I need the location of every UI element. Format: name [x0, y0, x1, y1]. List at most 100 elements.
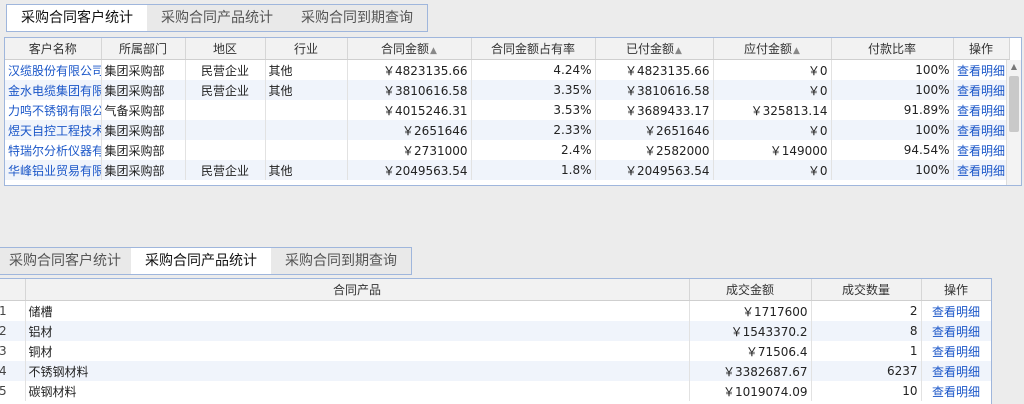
row-number: 3 [0, 341, 26, 361]
table-row[interactable]: 华峰铝业贸易有限公司集团采购部民营企业其他￥2049563.541.8%￥204… [5, 160, 1010, 180]
view-details-link[interactable]: 查看明细 [953, 160, 1010, 180]
table-row[interactable]: 金水电缆集团有限公司集团采购部民营企业其他￥3810616.583.35%￥38… [5, 80, 1010, 100]
sort-arrow-icon[interactable]: ▲ [793, 46, 800, 56]
table-row[interactable]: 汉缆股份有限公司 集团采购部 民营企业 其他 ￥4823135.66 4.24% ￥4823… [5, 59, 1010, 80]
header-label: 操作 [968, 42, 993, 56]
table-cell: ￥0 [713, 160, 832, 180]
tab-customer-stats-2[interactable]: 采购合同客户统计 [0, 248, 131, 274]
table-cell: 2.33% [471, 120, 596, 140]
table-cell: ￥0 [713, 80, 832, 100]
customer-table-header: 客户名称 所属部门 地区 行业 合同金额▲ 合同金额占有率 已付金额▲ 应付金额▲ 付款比率 操作 [5, 38, 1010, 60]
tab-customer-stats[interactable]: 采购合同客户统计 [7, 5, 147, 31]
product-col-header: 成交数量 [811, 279, 922, 301]
tab-expiry-query[interactable]: 采购合同到期查询 [287, 5, 427, 31]
header-label: 付款比率 [867, 42, 916, 56]
table-row[interactable]: 特瑞尔分析仪器有限公司集团采购部 ￥27310002.4%￥2582000￥149… [5, 140, 1010, 160]
table-row[interactable]: 煜天自控工程技术有限公司集团采购部￥26516462.33%￥2651646￥0… [5, 120, 1010, 140]
view-details-link[interactable]: 查看明细 [953, 59, 1010, 80]
view-details-link[interactable]: 查看明细 [953, 80, 1010, 100]
table-cell: ￥1019074.09 [689, 381, 812, 401]
table-cell: ￥1543370.2 [689, 321, 812, 341]
tab-product-stats-2[interactable]: 采购合同产品统计 [131, 248, 271, 274]
view-details-link[interactable]: 查看明细 [953, 140, 1010, 160]
customer-name-link[interactable]: 煜天自控工程技术有限公司 [5, 120, 102, 140]
table-cell: ￥2651646 [595, 120, 714, 140]
table-cell: 91.89% [831, 100, 954, 120]
table-cell: 4.24% [471, 59, 596, 80]
table-row[interactable]: 5碳钢材料￥1019074.0910查看明细 [0, 381, 991, 401]
product-col-header: 合同产品 [25, 279, 690, 301]
header-label: 合同金额 [381, 42, 430, 56]
table-cell: 100% [831, 59, 954, 80]
customer-tab-strip: 采购合同客户统计 采购合同产品统计 采购合同到期查询 [6, 4, 428, 32]
table-cell: ￥71506.4 [689, 341, 812, 361]
table-cell: ￥2049563.54 [347, 160, 472, 180]
header-label: 客户名称 [28, 42, 77, 56]
table-cell: ￥0 [713, 59, 832, 80]
product-stats-panel: 合同产品成交金额成交数量操作 1储槽￥17176002查看明细2铝材￥15433… [0, 278, 992, 404]
view-details-link[interactable]: 查看明细 [921, 300, 991, 321]
table-cell: ￥4823135.66 [595, 59, 714, 80]
table-cell: 集团采购部 [101, 140, 186, 160]
customer-name-link[interactable]: 特瑞尔分析仪器有限公司 [5, 140, 102, 160]
customer-name-link[interactable]: 力鸣不锈钢有限公司 [5, 100, 102, 120]
scroll-thumb[interactable] [1009, 76, 1019, 132]
table-cell: ￥0 [713, 120, 832, 140]
product-col-header: 操作 [921, 279, 991, 301]
customer-col-header: 合同金额占有率 [471, 38, 596, 60]
table-cell: 100% [831, 80, 954, 100]
table-row[interactable]: 1储槽￥17176002查看明细 [0, 300, 991, 321]
customer-col-header[interactable]: 合同金额▲ [347, 38, 472, 60]
tab-expiry-query-2[interactable]: 采购合同到期查询 [271, 248, 411, 274]
view-details-link[interactable]: 查看明细 [921, 361, 991, 381]
customer-col-header: 所属部门 [101, 38, 186, 60]
table-cell: 3.53% [471, 100, 596, 120]
table-cell: ￥3810616.58 [595, 80, 714, 100]
product-stats-table: 合同产品成交金额成交数量操作 1储槽￥17176002查看明细2铝材￥15433… [0, 279, 991, 401]
table-cell: ￥2049563.54 [595, 160, 714, 180]
table-cell: ￥3382687.67 [689, 361, 812, 381]
customer-col-header: 付款比率 [831, 38, 954, 60]
table-cell: 100% [831, 160, 954, 180]
sort-arrow-icon[interactable]: ▲ [675, 46, 682, 56]
view-details-link[interactable]: 查看明细 [953, 100, 1010, 120]
customer-col-header[interactable]: 已付金额▲ [595, 38, 714, 60]
product-col-header: 成交金额 [689, 279, 812, 301]
header-label: 行业 [293, 42, 318, 56]
view-details-link[interactable]: 查看明细 [921, 341, 991, 361]
customer-name-link[interactable]: 华峰铝业贸易有限公司 [5, 160, 102, 180]
view-details-link[interactable]: 查看明细 [953, 120, 1010, 140]
table-cell: 1.8% [471, 160, 596, 180]
table-row[interactable]: 2铝材￥1543370.28查看明细 [0, 321, 991, 341]
table-row[interactable]: 4不锈钢材料￥3382687.676237查看明细 [0, 361, 991, 381]
customer-table-scrollbar[interactable]: ▲ [1006, 60, 1021, 185]
header-label: 已付金额 [626, 42, 675, 56]
customer-col-header[interactable]: 应付金额▲ [713, 38, 832, 60]
tab-product-stats[interactable]: 采购合同产品统计 [147, 5, 287, 31]
view-details-link[interactable]: 查看明细 [921, 381, 991, 401]
table-cell: ￥2582000 [595, 140, 714, 160]
table-cell: ￥2651646 [347, 120, 472, 140]
table-cell: 1 [811, 341, 922, 361]
customer-stats-table: 客户名称 所属部门 地区 行业 合同金额▲ 合同金额占有率 已付金额▲ 应付金额▲ 付款比率 操作… [5, 38, 1010, 180]
table-cell: ￥325813.14 [713, 100, 832, 120]
customer-name-link[interactable]: 金水电缆集团有限公司 [5, 80, 102, 100]
table-cell: 2.4% [471, 140, 596, 160]
table-row[interactable]: 力鸣不锈钢有限公司气备采购部 ￥4015246.313.53%￥3689433.1… [5, 100, 1010, 120]
view-details-link[interactable]: 查看明细 [921, 321, 991, 341]
table-cell [185, 120, 266, 140]
scroll-up-icon[interactable]: ▲ [1007, 60, 1021, 74]
table-cell: 民营企业 [185, 80, 266, 100]
table-cell: 民营企业 [185, 59, 266, 80]
table-cell [185, 140, 266, 160]
header-label: 地区 [212, 42, 237, 56]
table-cell: 集团采购部 [101, 80, 186, 100]
table-row[interactable]: 3铜材￥71506.41查看明细 [0, 341, 991, 361]
table-cell: ￥3689433.17 [595, 100, 714, 120]
sort-arrow-icon[interactable]: ▲ [430, 46, 437, 56]
table-cell: 集团采购部 [101, 120, 186, 140]
customer-name-link[interactable]: 汉缆股份有限公司 [5, 59, 102, 80]
customer-col-header: 客户名称 [5, 38, 102, 60]
table-cell: 8 [811, 321, 922, 341]
table-cell: 碳钢材料 [25, 381, 690, 401]
